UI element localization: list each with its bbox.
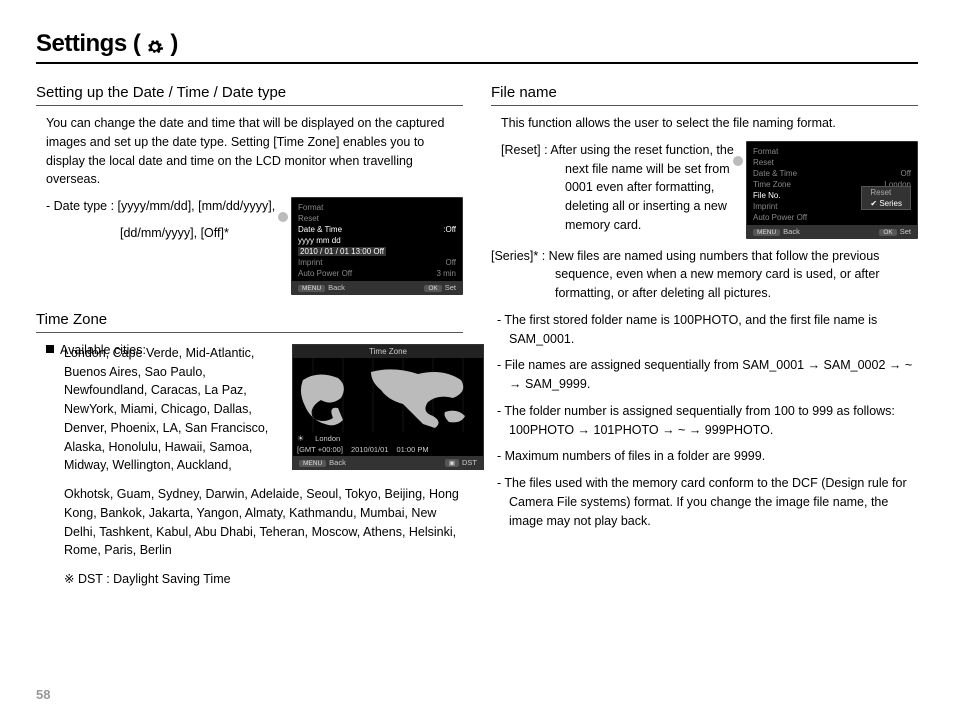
datetype-text: - Date type : [yyyy/mm/dd], [mm/dd/yyyy]… — [36, 197, 281, 251]
world-map-icon — [293, 358, 483, 432]
panel-item: Auto Power Off — [298, 269, 352, 278]
filename-note-5: - The files used with the memory card co… — [491, 474, 918, 530]
panel-item: Date & Time — [298, 225, 342, 234]
datetype-row: - Date type : [yyyy/mm/dd], [mm/dd/yyyy]… — [36, 197, 463, 295]
page-title: Settings ( ) — [36, 30, 918, 64]
filename-note-4: - Maximum numbers of files in a folder a… — [491, 447, 918, 466]
popup-option-reset: Reset — [862, 187, 910, 198]
map-city: London — [315, 434, 340, 443]
panel-item: Auto Power Off — [753, 213, 807, 222]
tz-cities-wide: Okhotsk, Guam, Sydney, Darwin, Adelaide,… — [36, 485, 463, 560]
series-block: [Series]* : New files are named using nu… — [491, 247, 918, 303]
filename-note-1: - The first stored folder name is 100PHO… — [491, 311, 918, 349]
panel-item: Reset — [753, 158, 774, 167]
datetime-description: You can change the date and time that wi… — [36, 114, 463, 189]
map-title: Time Zone — [293, 345, 483, 358]
map-gmt: [GMT +00:00] — [297, 445, 343, 454]
panel-item: Imprint — [298, 258, 322, 267]
fileno-popup: Reset ✔ Series — [861, 186, 911, 210]
left-column: Setting up the Date / Time / Date type Y… — [36, 76, 463, 597]
series-label: [Series]* : — [491, 249, 545, 263]
reset-label: [Reset] : — [501, 143, 548, 157]
panel-value: Off — [445, 258, 456, 267]
panel-foot-back: MENUBack — [298, 283, 345, 292]
filename-note-2: - File names are assigned sequentially f… — [491, 356, 918, 394]
dst-note: ※ DST : Daylight Saving Time — [36, 570, 463, 589]
map-date: 2010/01/01 — [351, 445, 389, 454]
lcd-panel-fileno: Format Reset Date & TimeOff Time ZoneLon… — [746, 141, 918, 239]
map-foot-dst: ▣DST — [445, 458, 477, 467]
right-column: File name This function allows the user … — [491, 76, 918, 597]
reset-block: [Reset] : After using the reset function… — [501, 141, 736, 243]
panel-value: 3 min — [436, 269, 456, 278]
panel-item: Time Zone — [753, 180, 791, 189]
filename-description: This function allows the user to select … — [491, 114, 918, 133]
lcd-panel-timezone-map: Time Zone — [292, 344, 484, 470]
panel-value: :Off — [443, 225, 456, 234]
title-suffix: ) — [170, 30, 178, 58]
datetype-line1: - Date type : [yyyy/mm/dd], [mm/dd/yyyy]… — [46, 197, 281, 216]
page-number: 58 — [36, 687, 50, 702]
lcd-panel-datetime: Format Reset Date & Time:Off yyyy mm dd … — [291, 197, 463, 295]
heading-datetime: Setting up the Date / Time / Date type — [36, 84, 463, 106]
filename-reset-row: [Reset] : After using the reset function… — [491, 141, 918, 243]
reset-text: After using the reset function, the next… — [550, 143, 733, 232]
two-column-layout: Setting up the Date / Time / Date type Y… — [36, 76, 918, 597]
panel-item: File No. — [753, 191, 781, 200]
manual-page: Settings ( ) Setting up the Date / Time … — [0, 0, 954, 720]
panel-item: Format — [753, 147, 778, 156]
panel-item: Reset — [298, 214, 319, 223]
datetype-line2: [dd/mm/yyyy], [Off]* — [46, 224, 281, 243]
filename-note-3: - The folder number is assigned sequenti… — [491, 402, 918, 440]
gear-icon — [146, 35, 164, 53]
panel-foot-back: MENUBack — [753, 227, 800, 236]
heading-timezone: Time Zone — [36, 311, 463, 333]
heading-filename: File name — [491, 84, 918, 106]
panel-item: Format — [298, 203, 323, 212]
panel-item: Imprint — [753, 202, 777, 211]
panel-foot-set: OKSet — [424, 283, 456, 292]
popup-option-series: ✔ Series — [862, 198, 910, 209]
sun-icon — [297, 434, 307, 443]
panel-item: Date & Time — [753, 169, 797, 178]
panel-date-values: 2010 / 01 / 01 13:00 Off — [298, 247, 386, 256]
panel-foot-set: OKSet — [879, 227, 911, 236]
map-foot-back: MENUBack — [299, 458, 346, 467]
title-prefix: Settings ( — [36, 30, 140, 58]
tz-cities-narrow: London, Cape Verde, Mid-Atlantic, Buenos… — [64, 344, 282, 475]
series-text: New files are named using numbers that f… — [549, 249, 880, 301]
panel-value: Off — [900, 169, 911, 178]
panel-item: yyyy mm dd — [298, 236, 341, 245]
map-time: 01:00 PM — [396, 445, 428, 454]
